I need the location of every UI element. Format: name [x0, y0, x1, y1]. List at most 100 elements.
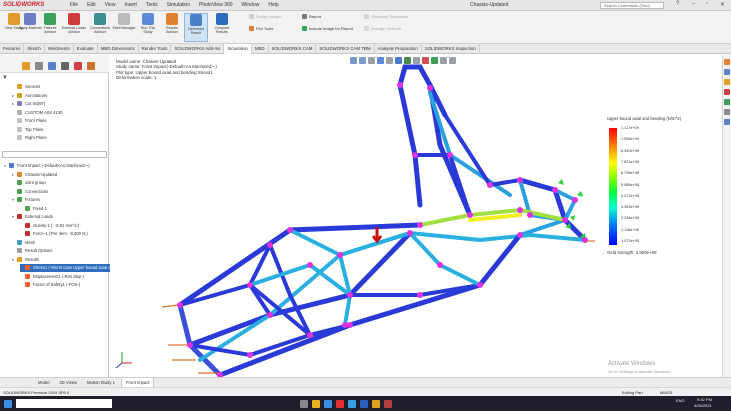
search-input[interactable]: Search Commands (Find): [600, 2, 664, 9]
app-icon[interactable]: [384, 400, 392, 408]
tab-render-tools[interactable]: Render Tools: [139, 44, 172, 54]
cam-tab-icon[interactable]: [87, 62, 95, 70]
tab-features[interactable]: Features: [0, 44, 25, 54]
menu-item-window[interactable]: Window: [242, 2, 260, 8]
manage-network-button[interactable]: Manage Network: [364, 26, 401, 32]
property-manager-tab-icon[interactable]: [35, 62, 43, 70]
run-study-button[interactable]: Run This Study: [136, 13, 160, 42]
tree-item[interactable]: ▾ Front Impact (-Default<As Machined>-): [4, 162, 90, 170]
menu-item-edit[interactable]: Edit: [87, 2, 96, 8]
tab-solidworks-add-ins[interactable]: SOLIDWORKS Add-Ins: [171, 44, 225, 54]
menu-item-simulation[interactable]: Simulation: [167, 2, 190, 8]
tab-weldments[interactable]: Weldments: [45, 44, 74, 54]
mail-icon[interactable]: [348, 400, 356, 408]
solidworks-taskbar-icon[interactable]: [336, 400, 344, 408]
tree-item[interactable]: ▾ Fixtures: [12, 196, 40, 204]
taskbar-search[interactable]: [16, 399, 112, 408]
tree-item[interactable]: Factor of Safety1 (-FOS-): [20, 281, 80, 289]
tab-analysis-preparation[interactable]: Analysis Preparation: [375, 44, 422, 54]
feature-tree-tab-icon[interactable]: [22, 62, 30, 70]
deformed-result-button[interactable]: Deformed Result: [184, 13, 208, 42]
tab-solidworks-cam-tbm[interactable]: SOLIDWORKS CAM TBM: [316, 44, 375, 54]
tree-item-label: Force-1 (:Per item: -8,000 N:): [33, 231, 88, 236]
custom-properties-icon[interactable]: [724, 109, 730, 115]
tab-simulation[interactable]: Simulation: [224, 44, 252, 54]
tree-item[interactable]: Gravity-1 (: -9.81 m/s^2:): [20, 222, 79, 230]
tree-item[interactable]: ▾ External Loads: [12, 213, 53, 221]
tree-item-label: Chassis-Updated: [25, 171, 58, 177]
graphics-area[interactable]: Model name: Chassis-Updated Study name: …: [110, 55, 721, 377]
tree-item[interactable]: ▸ Chassis-Updated: [12, 171, 57, 179]
tree-item[interactable]: ▸ Annotations: [12, 92, 47, 100]
tree-item[interactable]: Joint group: [12, 179, 46, 187]
view-palette-icon[interactable]: [724, 89, 730, 95]
tree-item[interactable]: Mesh: [12, 239, 35, 247]
legend-tick-label: 6.706e+08: [621, 171, 640, 176]
tab-solidworks-cam[interactable]: SOLIDWORKS CAM: [269, 44, 317, 54]
tab-evaluate[interactable]: Evaluate: [74, 44, 98, 54]
simulation-library-icon[interactable]: [724, 119, 730, 125]
command-manager-tabs: Features Sketch Weldments Evaluate MBD Dimen…: [0, 44, 731, 54]
task-view-icon[interactable]: [300, 400, 308, 408]
tree-item[interactable]: Connections: [12, 188, 48, 196]
edge-icon[interactable]: [324, 400, 332, 408]
tab-sketch[interactable]: Sketch: [24, 44, 45, 54]
design-insight-button[interactable]: Design Insight: [249, 14, 281, 20]
tree-item[interactable]: ▾ Results: [12, 256, 39, 264]
tree-item[interactable]: Result Options: [12, 247, 52, 255]
tab-mbd-dimensions[interactable]: MBD Dimensions: [98, 44, 139, 54]
report-icon: [302, 14, 307, 20]
results-advisor-button[interactable]: Results Advisor: [160, 13, 184, 42]
menu-item-tools[interactable]: Tools: [146, 2, 158, 8]
offloaded-simulation-button[interactable]: Offloaded Simulation: [364, 14, 408, 20]
menu-item-view[interactable]: View: [105, 2, 116, 8]
dimxpert-tab-icon[interactable]: [61, 62, 69, 70]
restore-icon[interactable]: ▫: [706, 1, 708, 7]
feature-manager-panel: ▼ Sensors ▸ Annotations ▸ Cut list(97) CUSTOM…: [0, 55, 137, 377]
tree-item[interactable]: Top Plane: [12, 126, 44, 134]
axis-triad: [115, 352, 132, 369]
tree-item-label: Displacement1 (-Res disp-): [33, 273, 84, 279]
tree-item[interactable]: Sensors: [12, 83, 40, 91]
tree-item-label: Top Plane: [25, 126, 44, 132]
resources-icon[interactable]: [724, 59, 730, 65]
external-loads-button[interactable]: External Loads Advisor: [62, 13, 86, 42]
tree-item[interactable]: Fixed-1: [20, 205, 47, 213]
tree-item[interactable]: Front Plane: [12, 117, 47, 125]
solidworks-logo[interactable]: SOLIDWORKS: [3, 1, 65, 10]
file-explorer-taskbar-icon[interactable]: [312, 400, 320, 408]
start-icon[interactable]: [4, 400, 12, 408]
command-manager: New Study Apply Material Fixtures Adviso…: [0, 11, 731, 44]
configuration-tab-icon[interactable]: [48, 62, 56, 70]
tree-item[interactable]: Displacement1 (-Res disp-): [20, 273, 84, 281]
menu-item-insert[interactable]: Insert: [124, 2, 137, 8]
tree-item[interactable]: Force-1 (:Per item: -8,000 N:): [20, 230, 88, 238]
menu-item-file[interactable]: File: [70, 2, 78, 8]
plot-tools-button[interactable]: Plot Tools: [249, 26, 273, 32]
tree-item[interactable]: Right Plane: [12, 134, 47, 142]
compare-results-button[interactable]: Compare Results: [210, 13, 234, 42]
include-image-button[interactable]: Include Image for Report: [302, 26, 353, 32]
minimize-icon[interactable]: –: [692, 1, 695, 7]
tree-item[interactable]: CUSTOM AISI 4130: [12, 109, 62, 117]
appearances-icon[interactable]: [724, 99, 730, 105]
shell-manager-button[interactable]: Shell Manager: [112, 13, 136, 42]
filter-icon[interactable]: ▼: [2, 75, 8, 81]
design-library-icon[interactable]: [724, 69, 730, 75]
word-icon[interactable]: [360, 400, 368, 408]
fixtures-advisor-button[interactable]: Fixtures Advisor: [38, 13, 62, 42]
display-manager-tab-icon[interactable]: [74, 62, 82, 70]
tree-item[interactable]: ▸ Cut list(97): [12, 100, 45, 108]
connections-advisor-button[interactable]: Connections Advisor: [88, 13, 112, 42]
chrome-icon[interactable]: [372, 400, 380, 408]
tab-mbd[interactable]: MBD: [252, 44, 269, 54]
study-filter-input[interactable]: [2, 151, 107, 158]
menu-item-photoview-360[interactable]: PhotoView 360: [199, 2, 233, 8]
file-explorer-icon[interactable]: [724, 79, 730, 85]
network-icon: [364, 26, 369, 32]
menu-item-help[interactable]: Help: [268, 2, 278, 8]
report-button[interactable]: Report: [302, 14, 321, 20]
help-icon[interactable]: ?: [676, 1, 679, 7]
close-icon[interactable]: ✕: [720, 1, 725, 8]
tab-solidworks-inspection[interactable]: SOLIDWORKS Inspection: [422, 44, 480, 54]
